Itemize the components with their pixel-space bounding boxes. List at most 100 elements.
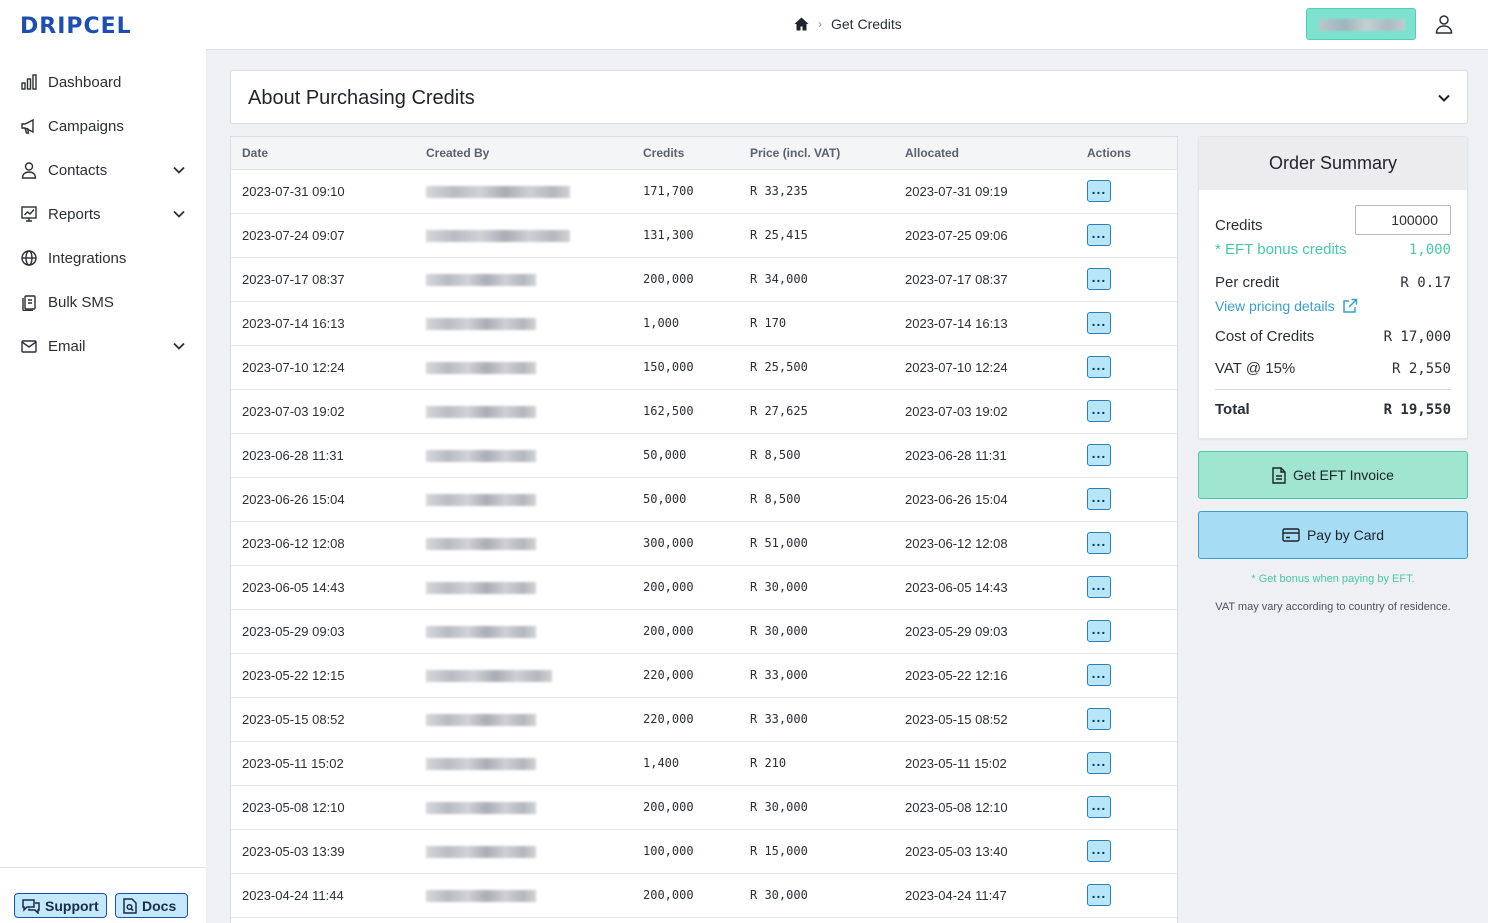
cell-date: 2023-06-28 11:31 [231, 433, 414, 478]
account-badge[interactable] [1306, 8, 1416, 40]
row-actions-button[interactable]: ... [1087, 180, 1111, 202]
sidebar-item-email[interactable]: Email [0, 324, 206, 368]
pay-by-card-button[interactable]: Pay by Card [1198, 511, 1468, 559]
home-icon[interactable] [794, 17, 809, 31]
about-purchasing-panel[interactable]: About Purchasing Credits [230, 70, 1468, 124]
sidebar-item-contacts[interactable]: Contacts [0, 148, 206, 192]
ellipsis-icon: ... [1091, 796, 1107, 813]
table-row: 2023-04-24 11:44 200,000 R 30,000 2023-04-2… [231, 873, 1177, 918]
sidebar-item-label: Bulk SMS [48, 293, 114, 311]
person-icon [20, 161, 38, 179]
row-actions-button[interactable]: ... [1087, 884, 1111, 906]
ellipsis-icon: ... [1091, 620, 1107, 637]
cell-allocated: 2023-06-05 14:43 [905, 565, 1087, 610]
get-eft-invoice-button[interactable]: Get EFT Invoice [1198, 451, 1468, 499]
app-logo[interactable]: DRIPCEL [20, 14, 132, 39]
table-row: 2023-05-15 08:52 220,000 R 33,000 2023-05-1… [231, 697, 1177, 742]
chevron-right-icon: › [818, 17, 822, 31]
redacted-creator-name [426, 494, 536, 507]
support-button[interactable]: Support [14, 893, 107, 918]
column-header-created-by: Created By [414, 137, 643, 170]
cell-allocated: 2023-07-03 19:02 [905, 389, 1087, 434]
redacted-creator-name [426, 274, 536, 287]
cell-actions: ... [1087, 697, 1177, 742]
cell-price: R 34,000 [750, 257, 905, 302]
cell-allocated: 2023-05-29 09:03 [905, 609, 1087, 654]
cell-created-by [414, 213, 643, 258]
cell-created-by [414, 389, 643, 434]
cell-created-by [414, 345, 643, 390]
column-header-allocated: Allocated [905, 137, 1087, 170]
row-actions-button[interactable]: ... [1087, 488, 1111, 510]
cell-credits: 1,000 [643, 301, 750, 346]
sidebar-item-label: Contacts [48, 161, 108, 179]
table-row: 2023-06-28 11:31 50,000 R 8,500 2023-06-28 … [231, 433, 1177, 478]
table-row: 2023-06-05 14:43 200,000 R 30,000 2023-06-0… [231, 565, 1177, 610]
row-actions-button[interactable]: ... [1087, 752, 1111, 774]
docs-button[interactable]: Docs [115, 893, 188, 918]
cell-credits: 171,700 [643, 169, 750, 214]
row-actions-button[interactable]: ... [1087, 576, 1111, 598]
megaphone-icon [20, 117, 38, 135]
credits-input[interactable] [1355, 205, 1451, 235]
cell-date: 2023-05-15 08:52 [231, 697, 414, 742]
cell-actions: ... [1087, 257, 1177, 302]
cell-created-by [414, 873, 643, 918]
redacted-creator-name [426, 538, 536, 551]
row-actions-button[interactable]: ... [1087, 268, 1111, 290]
table-row: 2023-05-29 09:03 200,000 R 30,000 2023-05-2… [231, 609, 1177, 654]
ellipsis-icon: ... [1091, 312, 1107, 329]
ellipsis-icon: ... [1091, 752, 1107, 769]
chevron-down-icon [173, 342, 185, 350]
row-actions-button[interactable]: ... [1087, 312, 1111, 334]
row-actions-button[interactable]: ... [1087, 664, 1111, 686]
cell-actions: ... [1087, 389, 1177, 434]
sidebar-item-integrations[interactable]: Integrations [0, 236, 206, 280]
cost-value: R 17,000 [1383, 328, 1451, 345]
sidebar-item-dashboard[interactable]: Dashboard [0, 60, 206, 104]
summary-total-row: Total R 19,550 [1215, 401, 1451, 418]
cell-allocated: 2023-07-17 08:37 [905, 257, 1087, 302]
sidebar-item-reports[interactable]: Reports [0, 192, 206, 236]
per-credit-label: Per credit [1215, 274, 1280, 291]
bar-chart-icon [20, 73, 38, 91]
cell-allocated: 2023-05-03 13:40 [905, 829, 1087, 874]
vat-note: VAT may vary according to country of res… [1215, 601, 1451, 613]
row-actions-button[interactable]: ... [1087, 444, 1111, 466]
cell-date: 2023-06-05 14:43 [231, 565, 414, 610]
chevron-down-icon[interactable] [1437, 91, 1451, 105]
pricing-details-link[interactable]: View pricing details [1215, 298, 1451, 314]
sidebar-item-bulk-sms[interactable]: Bulk SMS [0, 280, 206, 324]
table-row: 2023-07-14 16:13 1,000 R 170 2023-07-14 16:… [231, 301, 1177, 346]
phone-stack-icon [20, 293, 38, 311]
cell-created-by [414, 829, 643, 874]
cell-price: R 15,000 [750, 829, 905, 874]
summary-credits-row: Credits [1215, 205, 1451, 235]
cell-date: 2023-07-17 08:37 [231, 257, 414, 302]
cell-price: R 170 [750, 301, 905, 346]
user-icon[interactable] [1435, 14, 1453, 34]
ellipsis-icon: ... [1091, 180, 1107, 197]
row-actions-button[interactable]: ... [1087, 224, 1111, 246]
redacted-creator-name [426, 626, 536, 639]
sidebar-item-campaigns[interactable]: Campaigns [0, 104, 206, 148]
vat-label: VAT @ 15% [1215, 360, 1296, 377]
ellipsis-icon: ... [1091, 840, 1107, 857]
cell-actions: ... [1087, 609, 1177, 654]
row-actions-button[interactable]: ... [1087, 356, 1111, 378]
row-actions-button[interactable]: ... [1087, 796, 1111, 818]
cell-price: R 30,000 [750, 873, 905, 918]
redacted-creator-name [426, 230, 570, 243]
cell-date: 2023-07-24 09:07 [231, 213, 414, 258]
cell-price: R 27,625 [750, 389, 905, 434]
column-header-credits: Credits [643, 137, 750, 170]
row-actions-button[interactable]: ... [1087, 620, 1111, 642]
row-actions-button[interactable]: ... [1087, 708, 1111, 730]
table-row: 2023-05-03 13:39 100,000 R 15,000 2023-05-0… [231, 829, 1177, 874]
row-actions-button[interactable]: ... [1087, 400, 1111, 422]
ellipsis-icon: ... [1091, 708, 1107, 725]
row-actions-button[interactable]: ... [1087, 840, 1111, 862]
cell-actions: ... [1087, 873, 1177, 918]
row-actions-button[interactable]: ... [1087, 532, 1111, 554]
chevron-down-icon [173, 210, 185, 218]
